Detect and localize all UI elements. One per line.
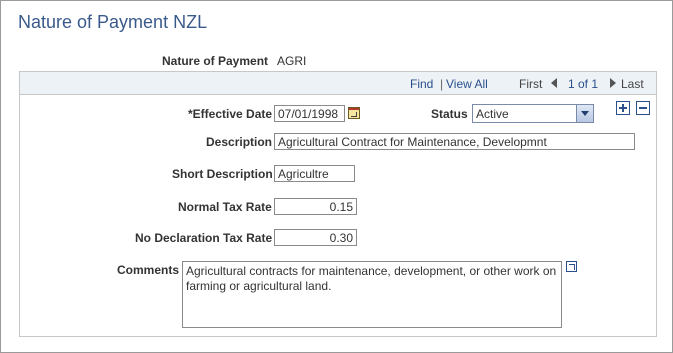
scroll-navigation-bar: Find | View All First 1 of 1 Last — [20, 72, 656, 95]
description-label: Description — [206, 135, 273, 149]
status-label: Status — [431, 107, 468, 121]
status-select[interactable]: Active — [472, 104, 594, 123]
description-field[interactable]: Agricultural Contract for Maintenance, D… — [274, 133, 635, 150]
add-row-button[interactable] — [616, 101, 630, 115]
nature-of-payment-value: AGRI — [277, 54, 307, 68]
no-declaration-tax-rate-label: No Declaration Tax Rate — [135, 231, 273, 245]
next-row-icon[interactable] — [610, 78, 616, 88]
no-declaration-tax-rate-field[interactable]: 0.30 — [274, 229, 357, 246]
dropdown-button[interactable] — [576, 105, 593, 122]
short-description-field[interactable]: Agricultre — [274, 165, 355, 182]
row-range-text: 1 of 1 — [568, 77, 599, 91]
nav-separator: | — [440, 77, 444, 91]
calendar-icon[interactable] — [348, 107, 360, 119]
effective-date-label: *Effective Date — [188, 107, 273, 121]
expand-icon[interactable] — [566, 261, 577, 272]
find-link[interactable]: Find — [410, 77, 433, 91]
last-label: Last — [621, 77, 644, 91]
first-label: First — [519, 77, 543, 91]
normal-tax-rate-label: Normal Tax Rate — [178, 200, 272, 214]
page-title: Nature of Payment NZL — [18, 12, 208, 32]
previous-row-icon[interactable] — [551, 78, 557, 88]
page-frame: Nature of Payment NZL Nature of Payment … — [0, 0, 673, 353]
comments-field[interactable]: Agricultural contracts for maintenance, … — [182, 261, 562, 328]
nature-of-payment-label: Nature of Payment — [162, 54, 269, 68]
short-description-label: Short Description — [172, 167, 273, 181]
minus-icon — [639, 107, 647, 109]
view-all-link[interactable]: View All — [446, 77, 488, 91]
delete-row-button[interactable] — [636, 101, 650, 115]
effective-date-field[interactable]: 07/01/1998 — [274, 105, 345, 122]
comments-label: Comments — [117, 263, 180, 277]
chevron-down-icon — [581, 111, 589, 116]
status-selected-value: Active — [476, 107, 509, 121]
normal-tax-rate-field[interactable]: 0.15 — [274, 198, 357, 215]
